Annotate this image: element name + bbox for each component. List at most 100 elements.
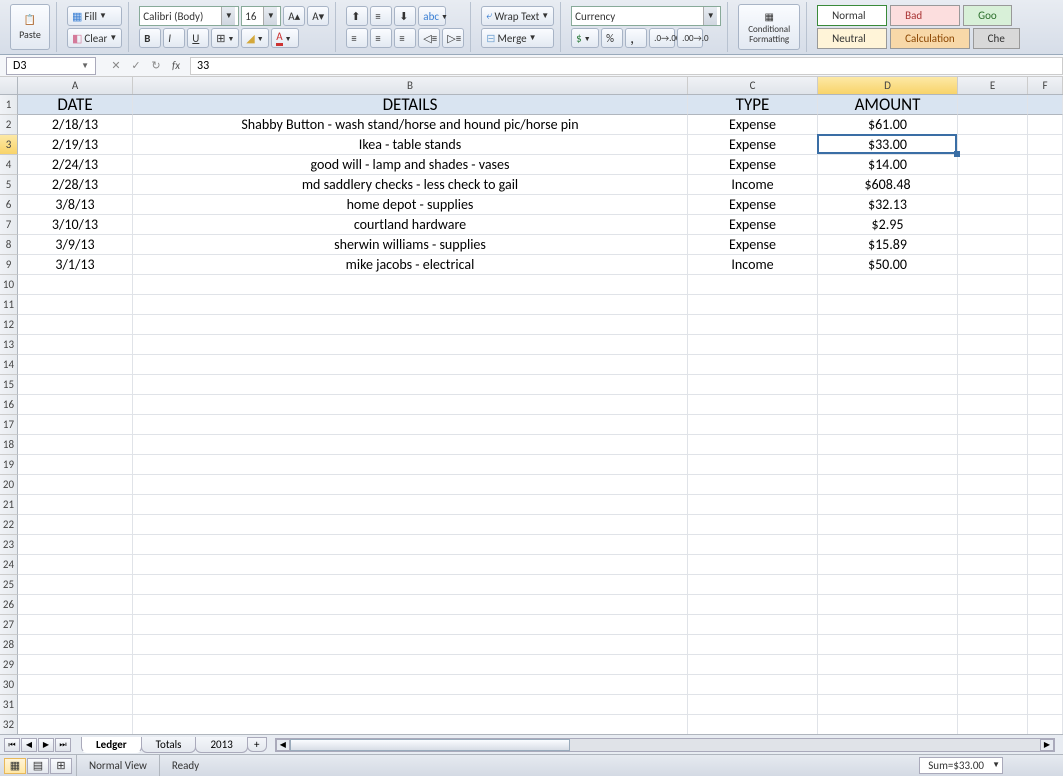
cell-A30[interactable]	[18, 675, 133, 695]
row-header-14[interactable]: 14	[0, 355, 18, 375]
cell-E28[interactable]	[958, 635, 1028, 655]
cell-F23[interactable]	[1028, 535, 1063, 555]
tab-first-button[interactable]: ⏮	[4, 738, 20, 752]
italic-button[interactable]: I	[163, 28, 185, 48]
cell-B30[interactable]	[133, 675, 688, 695]
font-name-combo[interactable]: Calibri (Body) ▼	[139, 6, 239, 26]
style-good[interactable]: Goo	[963, 5, 1012, 26]
cell-E31[interactable]	[958, 695, 1028, 715]
sheet-tab-ledger[interactable]: Ledger	[81, 737, 142, 753]
cell-D3[interactable]: $33.00	[818, 135, 958, 155]
cell-C18[interactable]	[688, 435, 818, 455]
row-header-18[interactable]: 18	[0, 435, 18, 455]
cell-F22[interactable]	[1028, 515, 1063, 535]
cell-A20[interactable]	[18, 475, 133, 495]
cell-A1[interactable]: DATE	[18, 95, 133, 115]
cell-F32[interactable]	[1028, 715, 1063, 734]
cell-F29[interactable]	[1028, 655, 1063, 675]
cell-E17[interactable]	[958, 415, 1028, 435]
cell-A23[interactable]	[18, 535, 133, 555]
normal-view-button[interactable]: ▦	[4, 758, 26, 774]
cell-B21[interactable]	[133, 495, 688, 515]
cell-F19[interactable]	[1028, 455, 1063, 475]
cell-F4[interactable]	[1028, 155, 1063, 175]
row-header-28[interactable]: 28	[0, 635, 18, 655]
cell-E29[interactable]	[958, 655, 1028, 675]
cell-F1[interactable]	[1028, 95, 1063, 115]
align-bottom-button[interactable]: ⬇	[394, 6, 416, 26]
confirm-formula-button[interactable]: ✓	[128, 58, 144, 74]
cell-C3[interactable]: Expense	[688, 135, 818, 155]
scroll-thumb[interactable]	[290, 739, 570, 751]
cell-A28[interactable]	[18, 635, 133, 655]
row-header-24[interactable]: 24	[0, 555, 18, 575]
tab-last-button[interactable]: ⏭	[55, 738, 71, 752]
cell-F18[interactable]	[1028, 435, 1063, 455]
cell-C12[interactable]	[688, 315, 818, 335]
row-header-15[interactable]: 15	[0, 375, 18, 395]
cell-D16[interactable]	[818, 395, 958, 415]
cell-E21[interactable]	[958, 495, 1028, 515]
chevron-down-icon[interactable]: ▼	[81, 61, 89, 71]
cell-F24[interactable]	[1028, 555, 1063, 575]
row-header-19[interactable]: 19	[0, 455, 18, 475]
cell-A2[interactable]: 2/18/13	[18, 115, 133, 135]
cell-A21[interactable]	[18, 495, 133, 515]
page-layout-button[interactable]: ▤	[27, 758, 49, 774]
cell-F11[interactable]	[1028, 295, 1063, 315]
cell-D8[interactable]: $15.89	[818, 235, 958, 255]
cell-E1[interactable]	[958, 95, 1028, 115]
row-header-16[interactable]: 16	[0, 395, 18, 415]
cell-E16[interactable]	[958, 395, 1028, 415]
cell-D2[interactable]: $61.00	[818, 115, 958, 135]
cell-C7[interactable]: Expense	[688, 215, 818, 235]
cell-D19[interactable]	[818, 455, 958, 475]
cell-F12[interactable]	[1028, 315, 1063, 335]
cell-E4[interactable]	[958, 155, 1028, 175]
row-header-10[interactable]: 10	[0, 275, 18, 295]
cell-A8[interactable]: 3/9/13	[18, 235, 133, 255]
cell-E18[interactable]	[958, 435, 1028, 455]
row-header-5[interactable]: 5	[0, 175, 18, 195]
increase-decimal-button[interactable]: .0→.00	[649, 28, 675, 48]
grow-font-button[interactable]: A▴	[283, 6, 305, 26]
cell-D14[interactable]	[818, 355, 958, 375]
row-header-22[interactable]: 22	[0, 515, 18, 535]
cell-B19[interactable]	[133, 455, 688, 475]
cell-A7[interactable]: 3/10/13	[18, 215, 133, 235]
cell-F14[interactable]	[1028, 355, 1063, 375]
cell-C25[interactable]	[688, 575, 818, 595]
cell-B14[interactable]	[133, 355, 688, 375]
cell-E10[interactable]	[958, 275, 1028, 295]
cell-C24[interactable]	[688, 555, 818, 575]
cell-E22[interactable]	[958, 515, 1028, 535]
cell-B22[interactable]	[133, 515, 688, 535]
cell-B1[interactable]: DETAILS	[133, 95, 688, 115]
cell-D20[interactable]	[818, 475, 958, 495]
refresh-button[interactable]: ↻	[148, 58, 164, 74]
cell-D10[interactable]	[818, 275, 958, 295]
row-header-31[interactable]: 31	[0, 695, 18, 715]
cell-C23[interactable]	[688, 535, 818, 555]
align-right-button[interactable]: ≡	[394, 28, 416, 48]
cell-C14[interactable]	[688, 355, 818, 375]
row-header-23[interactable]: 23	[0, 535, 18, 555]
cell-D21[interactable]	[818, 495, 958, 515]
cell-E13[interactable]	[958, 335, 1028, 355]
row-header-12[interactable]: 12	[0, 315, 18, 335]
cell-F15[interactable]	[1028, 375, 1063, 395]
cell-F17[interactable]	[1028, 415, 1063, 435]
cell-A10[interactable]	[18, 275, 133, 295]
cell-C30[interactable]	[688, 675, 818, 695]
style-calculation[interactable]: Calculation	[890, 28, 970, 49]
align-center-button[interactable]: ≡	[370, 28, 392, 48]
cell-E3[interactable]	[958, 135, 1028, 155]
cell-B17[interactable]	[133, 415, 688, 435]
style-normal[interactable]: Normal	[817, 5, 887, 26]
cell-B32[interactable]	[133, 715, 688, 734]
cell-D1[interactable]: AMOUNT	[818, 95, 958, 115]
align-middle-button[interactable]: ≡	[370, 6, 392, 26]
cell-E5[interactable]	[958, 175, 1028, 195]
cell-C10[interactable]	[688, 275, 818, 295]
clear-button[interactable]: ◧ Clear ▼	[67, 28, 122, 48]
